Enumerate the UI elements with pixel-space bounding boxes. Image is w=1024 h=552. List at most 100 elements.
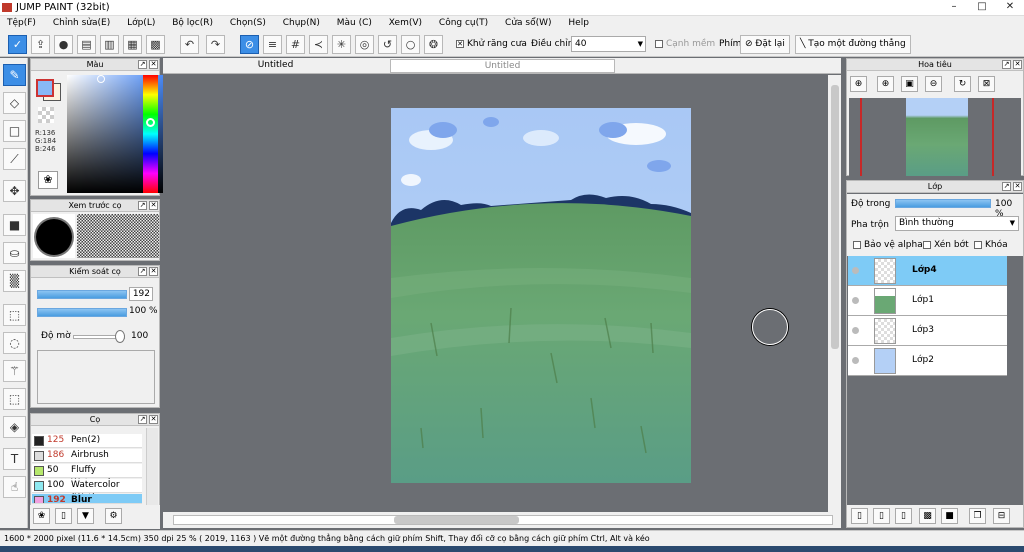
layer-item[interactable]: Lớp2 (848, 346, 1007, 376)
undo-icon[interactable]: ↶ (180, 35, 199, 54)
message-icon[interactable]: ▤ (77, 35, 96, 54)
close-icon[interactable]: ✕ (149, 415, 158, 424)
text-tool-icon[interactable]: T (3, 448, 26, 470)
popout-icon[interactable]: ↗ (138, 267, 147, 276)
page-icon[interactable]: ▦ (123, 35, 142, 54)
menu-capture[interactable]: Chụp(N) (276, 16, 327, 28)
menu-select[interactable]: Chọn(S) (223, 16, 273, 28)
brush-item[interactable]: 125 Pen(2) (32, 434, 142, 448)
maximize-button[interactable]: □ (968, 0, 996, 14)
lock-option[interactable]: Khóa (974, 240, 1008, 250)
menu-window[interactable]: Cửa sổ(W) (498, 16, 558, 28)
canvas-artwork[interactable] (391, 108, 691, 483)
zoom-in-icon[interactable]: ⊕ (877, 76, 894, 92)
clip-checkbox[interactable] (923, 240, 931, 249)
reset-view-icon[interactable]: ⊠ (978, 76, 995, 92)
gradient-tool-icon[interactable]: ▒ (3, 270, 26, 292)
layer-item-selected[interactable]: Lớp4 (848, 256, 1007, 286)
blend-mode-select[interactable]: Bình thường ▼ (895, 216, 1019, 231)
tab-untitled-1[interactable]: Untitled (163, 59, 388, 73)
rotate-icon[interactable]: ↻ (954, 76, 971, 92)
ellipse-ruler-icon[interactable]: ○ (401, 35, 420, 54)
redo-icon[interactable]: ↷ (206, 35, 225, 54)
straight-line-button[interactable]: ╲ Tạo một đường thẳng (795, 35, 911, 54)
document-icon[interactable]: ▥ (100, 35, 119, 54)
brush-density-slider[interactable] (37, 308, 127, 317)
menu-view[interactable]: Xem(V) (382, 16, 429, 28)
rect-select-icon[interactable]: ⬚ (3, 304, 26, 326)
radial-ruler-icon[interactable]: ✳ (332, 35, 351, 54)
protect-alpha-option[interactable]: Bảo vệ alpha (853, 240, 923, 250)
magic-wand-icon[interactable]: ⚚ (3, 360, 26, 382)
eye-icon[interactable] (852, 357, 859, 364)
comment-icon[interactable]: ● (54, 35, 73, 54)
antialias-checkbox[interactable]: ✕ (456, 39, 464, 48)
brush-tool-icon[interactable]: ✎ (3, 64, 26, 86)
vertical-scrollbar[interactable] (828, 75, 841, 512)
grid-ruler-icon[interactable]: # (286, 35, 305, 54)
close-button[interactable]: ✕ (996, 0, 1024, 14)
brush-size-input[interactable]: 192 (129, 287, 153, 301)
popout-icon[interactable]: ↗ (138, 415, 147, 424)
concentric-ruler-icon[interactable]: ◎ (355, 35, 374, 54)
brush-list-scrollbar[interactable] (146, 428, 158, 508)
new-layer-icon[interactable]: ▯ (851, 508, 868, 524)
new-layer-above-icon[interactable]: ▯ (895, 508, 912, 524)
fg-color-swatch[interactable] (36, 79, 54, 97)
eye-icon[interactable] (852, 267, 859, 274)
fill-rect-tool-icon[interactable]: ■ (3, 214, 26, 236)
layer-effect-icon[interactable]: ▩ (919, 508, 936, 524)
perspective-ruler-icon[interactable]: ≺ (309, 35, 328, 54)
layer-item[interactable]: Lớp3 (848, 316, 1007, 346)
close-icon[interactable]: ✕ (1013, 182, 1022, 191)
soft-edge-option[interactable]: Cạnh mềm (655, 39, 715, 49)
popout-icon[interactable]: ↗ (138, 60, 147, 69)
line-tool-icon[interactable]: ⟋ (3, 148, 26, 170)
rectangle-tool-icon[interactable]: □ (3, 120, 26, 142)
canvas-area[interactable] (163, 75, 828, 512)
close-icon[interactable]: ✕ (149, 267, 158, 276)
parallel-ruler-icon[interactable]: ≡ (263, 35, 282, 54)
layer-item[interactable]: Lớp1 (848, 286, 1007, 316)
horizontal-scrollbar[interactable] (163, 512, 841, 528)
menu-layer[interactable]: Lớp(L) (120, 16, 162, 28)
zoom-fit-icon[interactable]: ⊕ (850, 76, 867, 92)
eye-icon[interactable] (852, 327, 859, 334)
hue-slider[interactable] (143, 75, 158, 193)
brush-item-selected[interactable]: 192 Blur (32, 494, 142, 504)
reset-button[interactable]: ⊘ Đặt lại (740, 35, 790, 54)
navigator-preview[interactable] (849, 98, 1021, 176)
minimize-button[interactable]: – (940, 0, 968, 14)
brush-size-slider[interactable] (37, 290, 127, 299)
palette-icon[interactable]: ❀ (38, 171, 58, 189)
layer-folder-icon[interactable]: ■ (941, 508, 958, 524)
brush-settings-icon[interactable]: ⚙ (105, 508, 122, 524)
share-icon[interactable]: ⇪ (31, 35, 50, 54)
color-picker-cursor[interactable] (97, 75, 105, 83)
new-brush-icon[interactable]: ▯ (55, 508, 72, 524)
opacity-knob[interactable] (115, 330, 125, 343)
layer-menu-icon[interactable]: ⊟ (993, 508, 1010, 524)
menu-color[interactable]: Màu (C) (330, 16, 379, 28)
select-pen-icon[interactable]: ⬚ (3, 388, 26, 410)
brush-item[interactable]: 50Fluffy Watercolor (32, 464, 142, 488)
popout-icon[interactable]: ↗ (1002, 60, 1011, 69)
select-eraser-icon[interactable]: ◈ (3, 416, 26, 438)
soft-edge-checkbox[interactable] (655, 39, 663, 48)
close-icon[interactable]: ✕ (1013, 60, 1022, 69)
brush-menu-icon[interactable]: ▼ (77, 508, 94, 524)
close-icon[interactable]: ✕ (149, 60, 158, 69)
transparent-swatch[interactable] (38, 107, 54, 123)
brush-item[interactable]: 186 Airbrush (32, 449, 142, 463)
popout-icon[interactable]: ↗ (138, 201, 147, 210)
brush-material-icon[interactable]: ❀ (33, 508, 50, 524)
antialias-option[interactable]: ✕ Khử răng cưa (456, 39, 527, 49)
vertical-scroll-thumb[interactable] (831, 85, 839, 349)
close-icon[interactable]: ✕ (149, 201, 158, 210)
adjust-select[interactable]: 40 ▼ (571, 36, 646, 52)
menu-help[interactable]: Help (561, 16, 596, 28)
brush-item[interactable]: 100Watercolor (Wet) (32, 479, 142, 503)
symmetry-ruler-icon[interactable]: ❂ (424, 35, 443, 54)
bucket-tool-icon[interactable]: ⛀ (3, 242, 26, 264)
menu-file[interactable]: Tệp(F) (0, 16, 43, 28)
